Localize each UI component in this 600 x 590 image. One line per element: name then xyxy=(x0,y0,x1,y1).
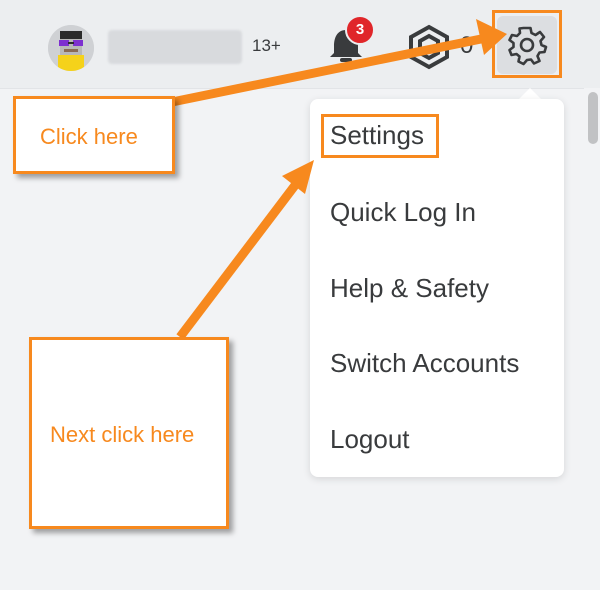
robux-icon[interactable] xyxy=(406,24,452,70)
gear-icon xyxy=(508,26,548,66)
callout-next-click-here: Next click here xyxy=(29,337,229,529)
dropdown-caret xyxy=(519,88,541,99)
robux-amount: 0 xyxy=(460,32,474,59)
settings-highlight-box xyxy=(321,114,439,158)
username-obscured[interactable] xyxy=(108,30,242,64)
menu-item-switch-accounts[interactable]: Switch Accounts xyxy=(330,348,519,379)
callout-click-here: Click here xyxy=(13,96,175,174)
callout-click-here-text: Click here xyxy=(40,124,138,149)
notification-count-badge: 3 xyxy=(345,15,375,45)
age-badge: 13+ xyxy=(252,36,281,55)
page-scrollbar[interactable] xyxy=(584,88,600,590)
scrollbar-thumb[interactable] xyxy=(588,92,598,144)
menu-item-quick-log-in[interactable]: Quick Log In xyxy=(330,197,476,228)
menu-item-logout[interactable]: Logout xyxy=(330,424,410,455)
settings-gear-button[interactable] xyxy=(497,16,557,74)
callout-next-click-here-text: Next click here xyxy=(50,422,195,447)
menu-item-help-safety[interactable]: Help & Safety xyxy=(330,273,489,304)
arrow-to-settings xyxy=(176,181,300,340)
avatar[interactable] xyxy=(48,25,94,71)
